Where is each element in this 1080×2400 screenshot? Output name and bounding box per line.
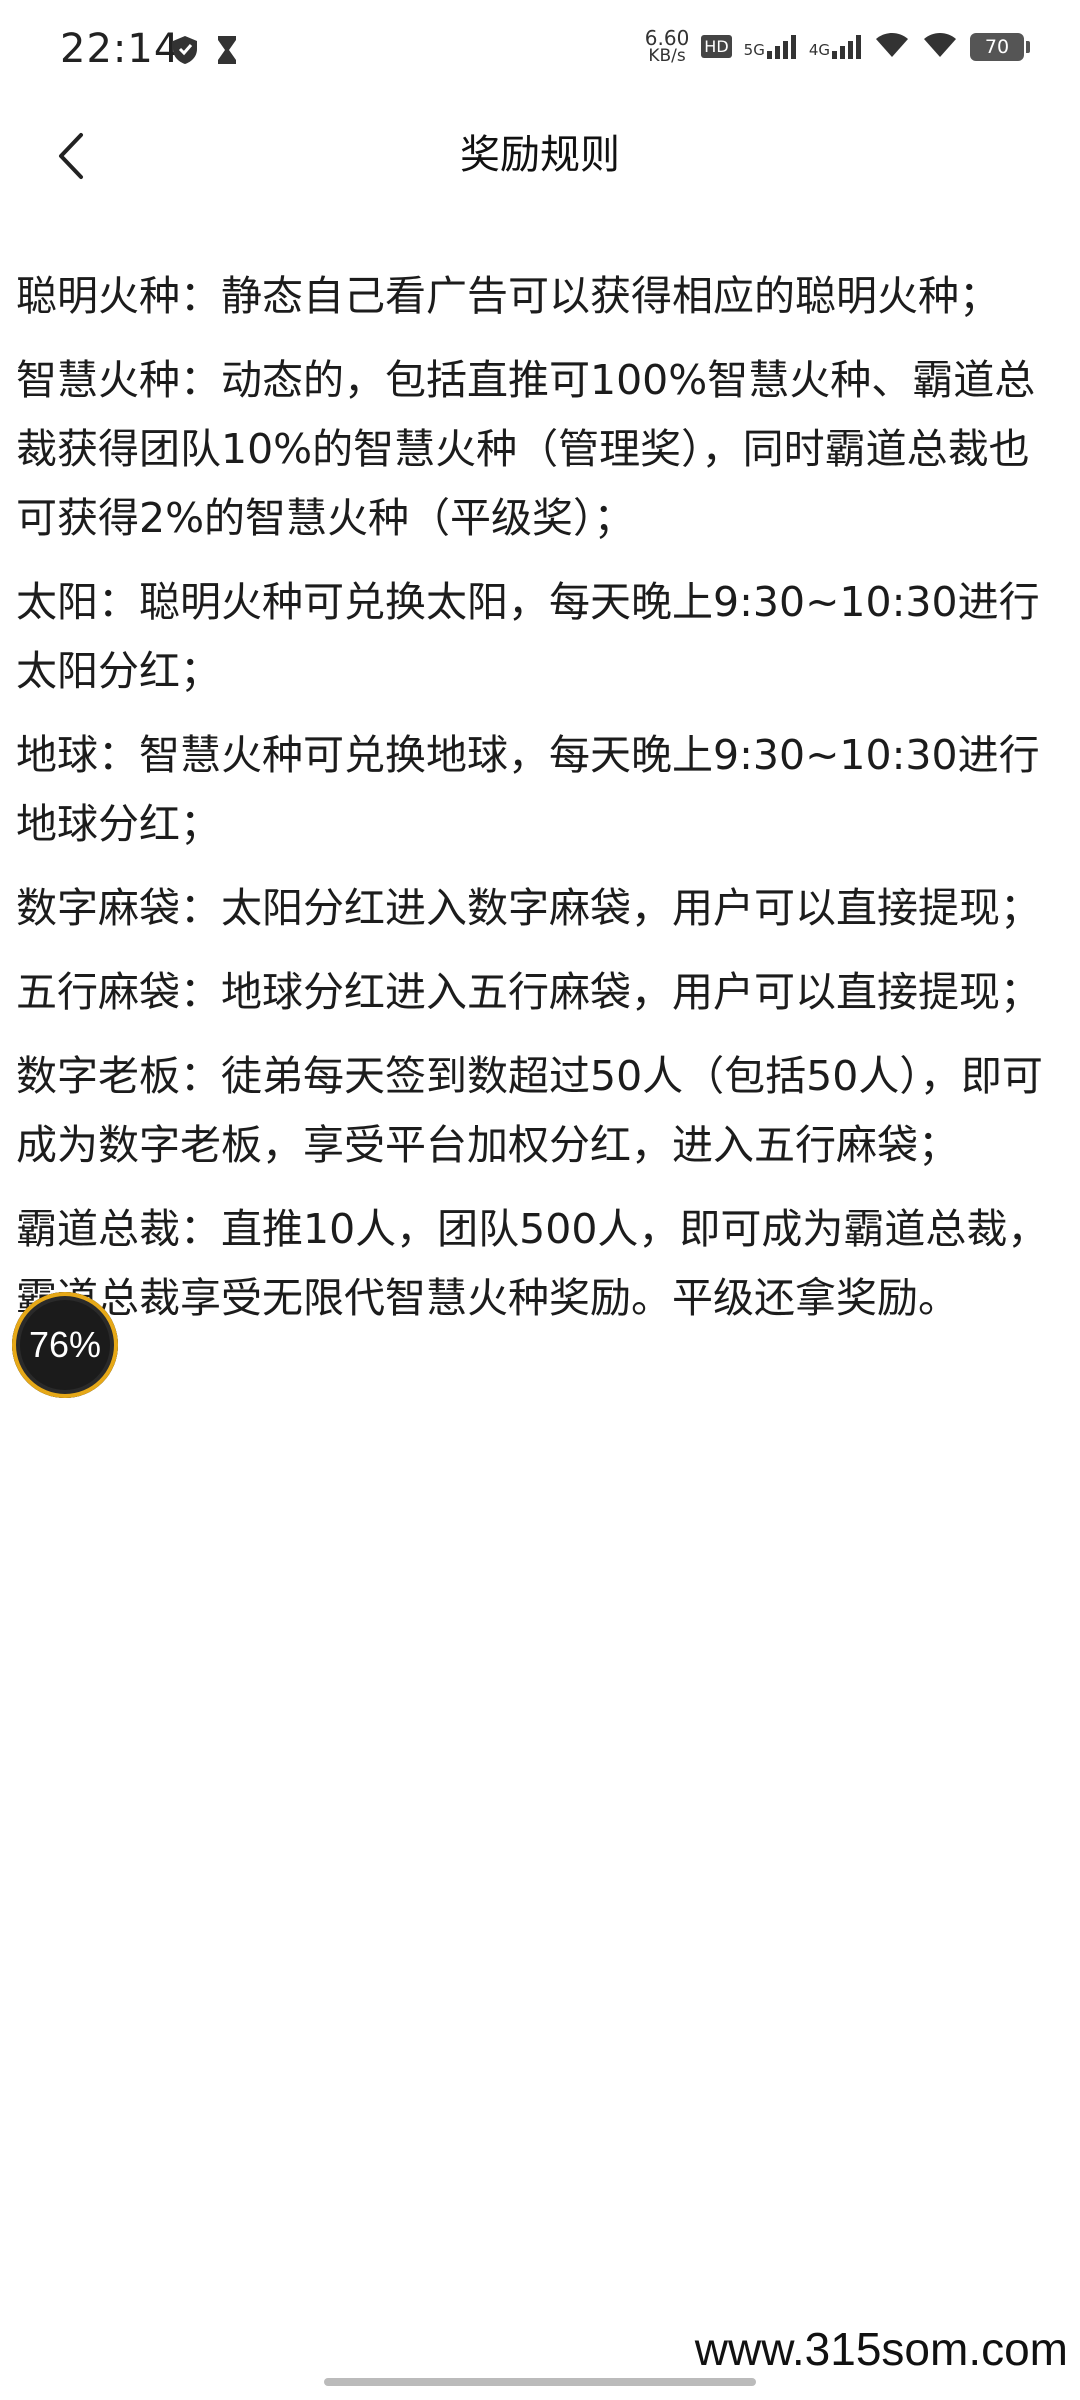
rule-separator: ： <box>98 731 139 779</box>
rule-separator: ： <box>180 272 221 320</box>
wifi-icon <box>874 31 910 63</box>
rule-desc: 地球分红进入五行麻袋，用户可以直接提现； <box>221 968 1041 1016</box>
rule-separator: ： <box>98 578 139 626</box>
home-indicator[interactable] <box>324 2378 756 2386</box>
signal-icon: 5G <box>743 34 797 59</box>
signal-icon: 4G <box>808 34 862 59</box>
rule-separator: ： <box>180 1052 221 1100</box>
shield-icon <box>170 34 200 70</box>
rule-item: 数字老板：徒弟每天签到数超过50人（包括50人），即可成为数字老板，享受平台加权… <box>16 1042 1056 1180</box>
hourglass-icon <box>216 34 238 70</box>
rule-item: 霸道总裁：直推10人，团队500人，即可成为霸道总裁，霸道总裁享受无限代智慧火种… <box>16 1195 1056 1333</box>
status-right-icons: 6.60 KB/s HD 5G 4G 70 <box>645 28 1030 65</box>
rule-desc: 智慧火种可兑换地球，每天晚上9:30~10:30进行地球分红； <box>16 731 1040 848</box>
rule-item: 数字麻袋：太阳分红进入数字麻袋，用户可以直接提现； <box>16 874 1056 943</box>
page-title: 奖励规则 <box>460 132 620 178</box>
status-bar: 22:14 6.60 KB/s HD 5G 4G 70 <box>0 0 1080 100</box>
rule-name: 地球 <box>16 731 98 779</box>
hd-icon: HD <box>701 35 732 58</box>
rule-separator: ： <box>180 884 221 932</box>
rule-item: 聪明火种：静态自己看广告可以获得相应的聪明火种； <box>16 262 1056 331</box>
rule-desc: 静态自己看广告可以获得相应的聪明火种； <box>221 272 1000 320</box>
rule-name: 太阳 <box>16 578 98 626</box>
rule-name: 数字老板 <box>16 1052 180 1100</box>
rule-desc: 聪明火种可兑换太阳，每天晚上9:30~10:30进行太阳分红； <box>16 578 1040 695</box>
battery-icon: 70 <box>970 32 1030 61</box>
rule-desc: 太阳分红进入数字麻袋，用户可以直接提现； <box>221 884 1041 932</box>
rule-separator: ： <box>180 356 221 404</box>
net-speed: 6.60 KB/s <box>645 28 690 65</box>
rule-name: 五行麻袋 <box>16 968 180 1016</box>
status-left-icons <box>170 34 238 70</box>
sim1-label: 5G <box>743 40 765 59</box>
floating-speed-badge[interactable]: 76% <box>12 1292 118 1398</box>
rules-content: 聪明火种：静态自己看广告可以获得相应的聪明火种； 智慧火种：动态的，包括直推可1… <box>16 262 1056 1348</box>
net-speed-value: 6.60 <box>644 26 690 50</box>
sim2-label: 4G <box>808 40 830 59</box>
rule-separator: ： <box>180 968 221 1016</box>
rule-name: 智慧火种 <box>16 356 180 404</box>
rule-item: 地球：智慧火种可兑换地球，每天晚上9:30~10:30进行地球分红； <box>16 721 1056 859</box>
rule-name: 霸道总裁 <box>16 1205 180 1253</box>
hd-label: HD <box>701 35 732 58</box>
rule-item: 智慧火种：动态的，包括直推可100%智慧火种、霸道总裁获得团队10%的智慧火种（… <box>16 346 1056 553</box>
rule-name: 数字麻袋 <box>16 884 180 932</box>
watermark-text: www.315som.com <box>694 2323 1068 2375</box>
rule-item: 五行麻袋：地球分红进入五行麻袋，用户可以直接提现； <box>16 958 1056 1027</box>
rule-name: 聪明火种 <box>16 272 180 320</box>
rule-item: 太阳：聪明火种可兑换太阳，每天晚上9:30~10:30进行太阳分红； <box>16 568 1056 706</box>
wifi-icon <box>922 31 958 63</box>
net-speed-unit: KB/s <box>648 46 686 66</box>
page-header: 奖励规则 <box>0 100 1080 228</box>
rule-separator: ： <box>180 1205 221 1253</box>
status-time: 22:14 <box>60 26 181 72</box>
